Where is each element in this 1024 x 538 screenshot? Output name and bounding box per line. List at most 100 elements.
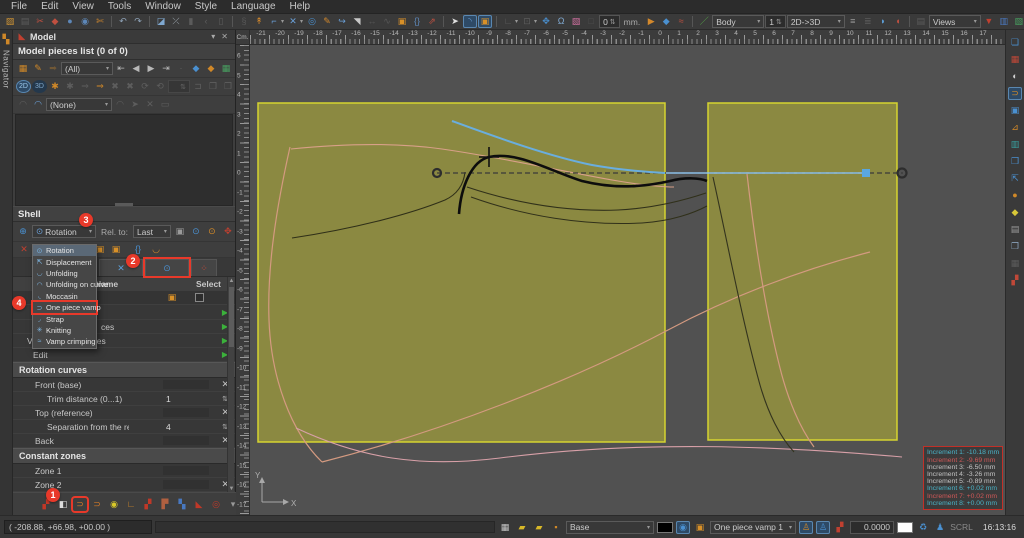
top-reference-row[interactable]: Top (reference) ✕ bbox=[13, 406, 235, 420]
separation-row[interactable]: Separation from the reference point (n 4… bbox=[13, 420, 235, 434]
offset-field[interactable]: 0⇅ bbox=[599, 15, 620, 28]
gear-blue-icon[interactable]: ⊙ bbox=[189, 225, 203, 238]
menu-item-unfolding-on-curve[interactable]: ◠Unfolding on curve bbox=[33, 279, 96, 290]
rel-to-select[interactable]: Last▾ bbox=[133, 225, 171, 238]
menu-item-knitting[interactable]: ✳Knitting bbox=[33, 325, 96, 336]
value-field[interactable] bbox=[163, 380, 209, 389]
mode-select[interactable]: 2D->3D▾ bbox=[787, 15, 845, 28]
pieces-list[interactable] bbox=[15, 114, 233, 206]
copy-icon[interactable]: ▮ bbox=[184, 15, 198, 28]
boot-icon[interactable]: ▛ bbox=[158, 498, 172, 511]
undo-icon[interactable]: ↶ bbox=[116, 15, 130, 28]
curve-dim-icon[interactable]: ◠ bbox=[16, 98, 30, 111]
persons-blue-icon[interactable]: ◆ bbox=[189, 62, 203, 75]
next-piece-icon[interactable]: ▶ bbox=[144, 62, 158, 75]
views-select[interactable]: Views▾ bbox=[929, 15, 981, 28]
symmetry-icon[interactable]: ✥ bbox=[539, 15, 553, 28]
arrows-red-icon[interactable]: ⇗ bbox=[425, 15, 439, 28]
corner-blue-icon[interactable]: ⇱ bbox=[1008, 172, 1022, 185]
layer-yellow2-icon[interactable]: ▰ bbox=[532, 521, 546, 534]
shoes-group-icon[interactable]: ▚ bbox=[175, 498, 189, 511]
menu-item-rotation[interactable]: ⊙Rotation bbox=[33, 245, 96, 256]
properties-scrollbar[interactable]: ▲ ▼ bbox=[227, 277, 234, 493]
person-blue-icon[interactable]: ♟ bbox=[933, 521, 947, 534]
menu-language[interactable]: Language bbox=[224, 0, 283, 14]
stamp-gray-icon[interactable]: ▦ bbox=[1008, 257, 1022, 270]
sphere-icon[interactable]: ● bbox=[63, 15, 77, 28]
scene-icon[interactable]: ▧ bbox=[1012, 15, 1024, 28]
value-field[interactable] bbox=[163, 436, 209, 445]
shoe-red-icon[interactable]: ◖ bbox=[891, 15, 905, 28]
hand-dim-icon[interactable]: ✱ bbox=[63, 80, 77, 93]
panel-blue-icon[interactable]: ▣ bbox=[1008, 104, 1022, 117]
rot1-dim-icon[interactable]: ⟳ bbox=[138, 80, 152, 93]
folder-icon[interactable]: ▤ bbox=[914, 15, 928, 28]
pattern-drawing[interactable]: Y X bbox=[250, 45, 1005, 515]
grid-orange-icon[interactable]: ▦ bbox=[16, 62, 30, 75]
curve-point-icon[interactable]: ◠ bbox=[31, 98, 45, 111]
folder-gray-icon[interactable]: ▤ bbox=[1008, 223, 1022, 236]
dropdown-caret[interactable]: ▾ bbox=[300, 18, 303, 25]
pin-icon[interactable]: ▾ bbox=[208, 32, 218, 41]
tab-rotation-settings[interactable]: ⊙ bbox=[145, 259, 189, 276]
trim-distance-row[interactable]: Trim distance (0...1) 1 ⇅ bbox=[13, 392, 235, 406]
lock2-icon[interactable]: ▣ bbox=[109, 243, 123, 256]
measure-red-icon[interactable]: ▞ bbox=[833, 521, 847, 534]
vamp2-icon[interactable]: ⊃ bbox=[90, 498, 104, 511]
person1-icon[interactable]: ♙ bbox=[799, 521, 813, 534]
menu-item-unfolding[interactable]: ◡Unfolding bbox=[33, 268, 96, 279]
close-icon[interactable]: ✕ bbox=[218, 32, 231, 41]
value-field[interactable] bbox=[163, 408, 209, 417]
menu-item-moccasin[interactable]: ◟Moccasin bbox=[33, 291, 96, 302]
scrollbar-thumb[interactable] bbox=[229, 287, 234, 347]
splitter-grip[interactable] bbox=[115, 203, 133, 206]
lock-icon[interactable]: ▣ bbox=[395, 15, 409, 28]
count-field[interactable]: 1⇅ bbox=[765, 15, 786, 28]
spinner-arrows[interactable]: ⇅ bbox=[610, 18, 616, 26]
menu-window[interactable]: Window bbox=[138, 0, 188, 14]
reg-circle-icon[interactable]: ◎ bbox=[209, 498, 223, 511]
menu-tools[interactable]: Tools bbox=[101, 0, 138, 14]
line-color-swatch[interactable] bbox=[657, 522, 673, 533]
snap-icon[interactable]: ∟ bbox=[501, 15, 515, 28]
save-icon[interactable]: ▤ bbox=[18, 15, 32, 28]
dropdown-caret[interactable]: ▾ bbox=[534, 18, 537, 25]
box-blue-icon[interactable]: ❒ bbox=[1008, 155, 1022, 168]
menu-item-strap[interactable]: ◞Strap bbox=[33, 313, 96, 324]
grid-red-icon[interactable]: ▦ bbox=[1008, 53, 1022, 66]
filter-all-select[interactable]: (All)▾ bbox=[61, 62, 113, 75]
layer-yellow-icon[interactable]: ▰ bbox=[515, 521, 529, 534]
last-piece-icon[interactable]: ⇥ bbox=[159, 62, 173, 75]
stitch-icon[interactable]: § bbox=[237, 15, 251, 28]
rot2-dim-icon[interactable]: ⟲ bbox=[153, 80, 167, 93]
eye-icon[interactable]: ◉ bbox=[676, 521, 690, 534]
braces-icon[interactable]: {} bbox=[410, 15, 424, 28]
layers-icon[interactable]: ≡ bbox=[846, 15, 860, 28]
background-color-swatch[interactable] bbox=[897, 522, 913, 533]
flag-orange-icon[interactable]: ▶ bbox=[644, 15, 658, 28]
one-piece-vamp-icon[interactable]: ⊃ bbox=[73, 498, 87, 511]
tools-orange-icon[interactable]: ✄ bbox=[93, 15, 107, 28]
heel-icon[interactable]: ∟ bbox=[124, 498, 138, 511]
flat-dim-icon[interactable]: ▭ bbox=[158, 98, 172, 111]
grid-view-icon[interactable]: ▦ bbox=[498, 521, 512, 534]
blue-handle-point[interactable] bbox=[862, 169, 870, 177]
menu-edit[interactable]: Edit bbox=[34, 0, 65, 14]
frame-icon[interactable]: ▣ bbox=[173, 225, 187, 238]
cursor-icon[interactable]: ➤ bbox=[448, 15, 462, 28]
xcurve-dim-icon[interactable]: ✕ bbox=[143, 98, 157, 111]
menu-view[interactable]: View bbox=[65, 0, 101, 14]
person-blue-icon[interactable]: ◆ bbox=[659, 15, 673, 28]
layers2-icon[interactable]: ≣ bbox=[861, 15, 875, 28]
view-3d-button[interactable]: 3D bbox=[32, 80, 47, 93]
last-icon[interactable]: ◣ bbox=[192, 498, 206, 511]
dot-icon[interactable]: · bbox=[174, 62, 188, 75]
menu-item-one-piece-vamp[interactable]: ⊃One piece vamp bbox=[33, 302, 96, 313]
loop-icon[interactable]: Ω bbox=[554, 15, 568, 28]
brush-green-icon[interactable]: ／ bbox=[697, 15, 711, 28]
pencil-icon[interactable]: ✎ bbox=[320, 15, 334, 28]
pencil-orange-icon[interactable]: ✎ bbox=[31, 62, 45, 75]
xmove-red-icon[interactable]: ✥ bbox=[221, 225, 235, 238]
cut-red-icon[interactable]: ✂ bbox=[33, 15, 47, 28]
zone-1-row[interactable]: Zone 1 bbox=[13, 464, 235, 478]
